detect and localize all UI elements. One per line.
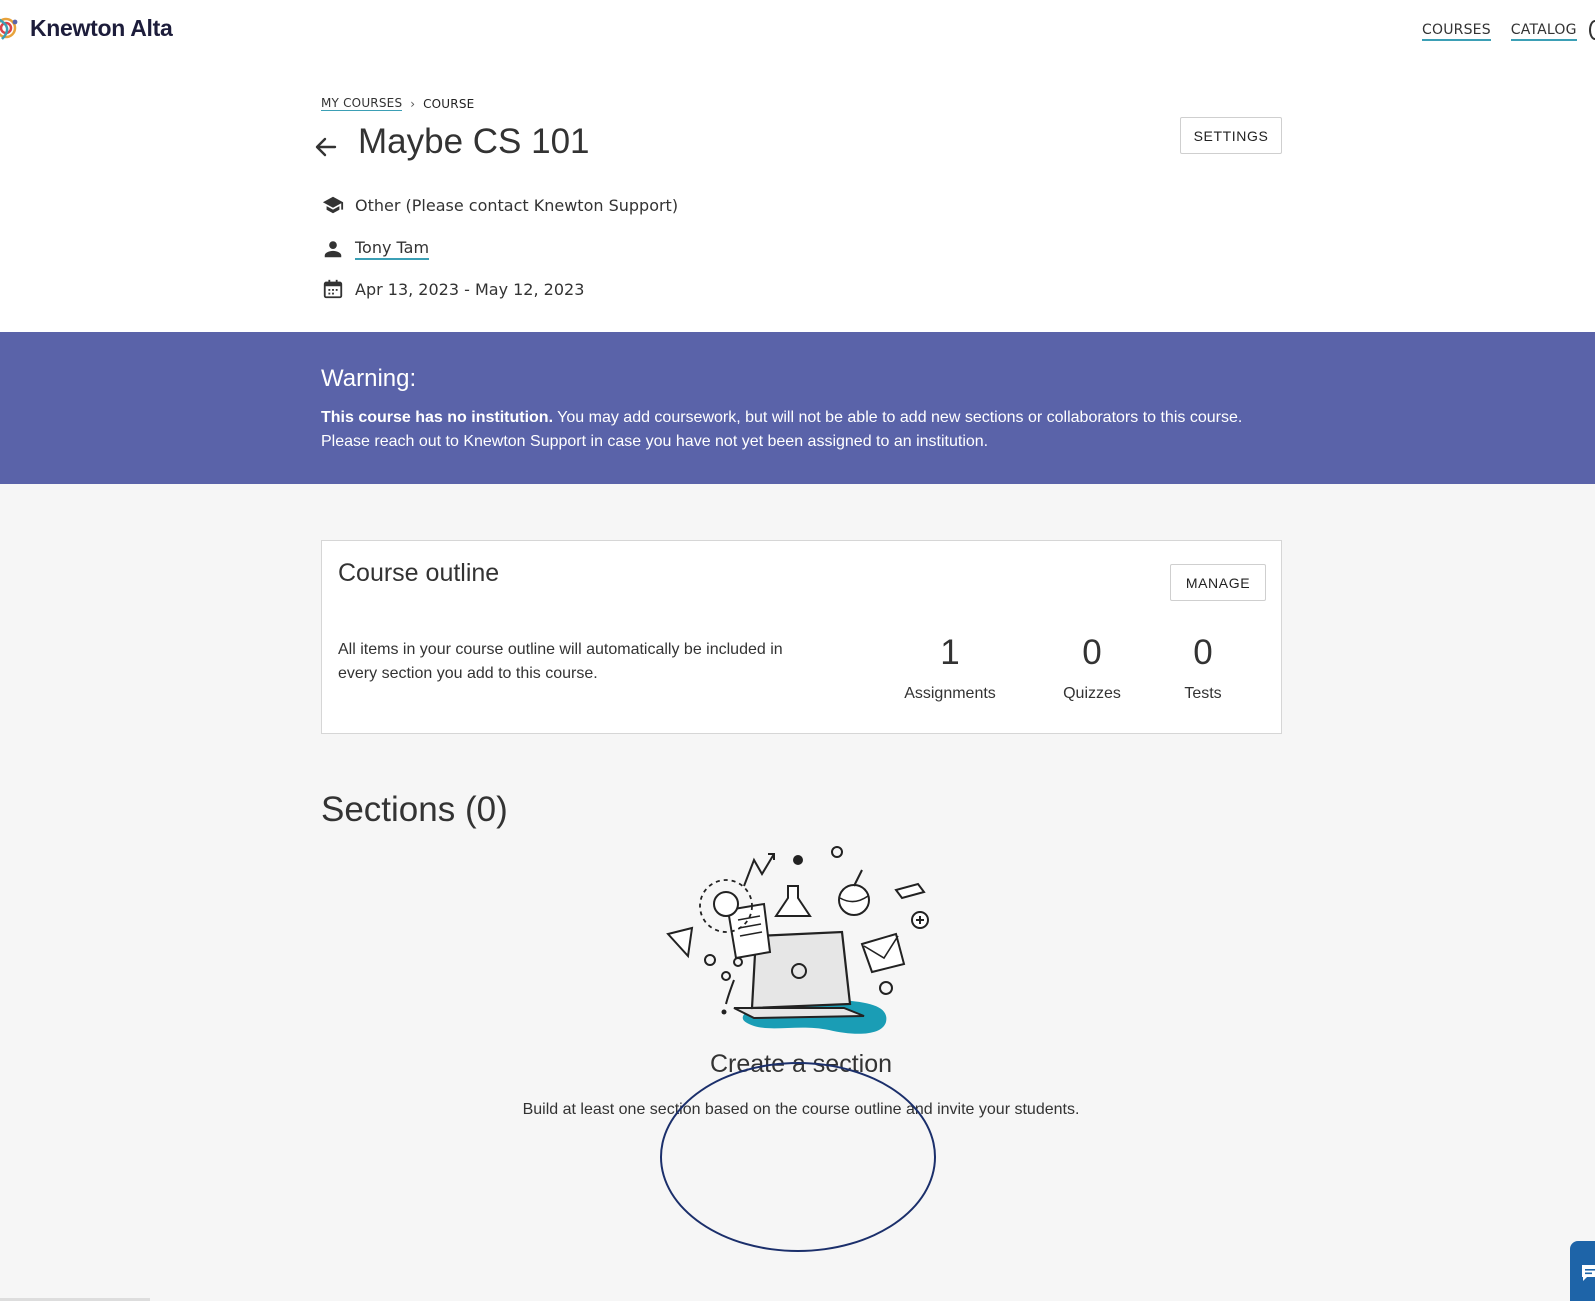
main-content: Course outline MANAGE All items in your …: [0, 484, 1595, 1301]
instructor-link[interactable]: Tony Tam: [355, 238, 430, 260]
stat-value: 0: [1082, 633, 1102, 672]
top-nav-bar: Knewton Alta COURSES CATALOG: [0, 0, 1595, 60]
warning-banner: Warning: This course has no institution.…: [0, 332, 1595, 484]
calendar-icon: [323, 279, 343, 299]
institution-row: Other (Please contact Knewton Support): [322, 194, 678, 216]
laptop-illustration-icon: [666, 846, 929, 1034]
user-menu-icon[interactable]: [1589, 20, 1595, 40]
nav-courses-link[interactable]: COURSES: [1422, 22, 1491, 41]
warning-title: Warning:: [321, 365, 417, 392]
settings-button[interactable]: SETTINGS: [1180, 117, 1282, 154]
graduation-cap-icon: [322, 196, 344, 214]
stat-label: Quizzes: [1063, 685, 1121, 702]
stat-label: Assignments: [904, 685, 996, 702]
instructor-row: Tony Tam: [322, 238, 430, 260]
person-icon: [324, 241, 342, 258]
app-name: Knewton Alta: [30, 14, 173, 41]
back-arrow-icon[interactable]: [313, 134, 339, 160]
main-nav: COURSES CATALOG: [1422, 22, 1577, 41]
stat-value: 0: [1193, 633, 1213, 672]
course-outline-title: Course outline: [338, 559, 500, 587]
course-header: MY COURSES › COURSE Maybe CS 101 SETTING…: [0, 60, 1595, 332]
stat-tests: 0 Tests: [1173, 633, 1233, 703]
warning-message: This course has no institution. You may …: [321, 406, 1301, 454]
course-outline-description: All items in your course outline will au…: [338, 641, 783, 682]
stat-label: Tests: [1184, 685, 1222, 702]
breadcrumb-current: COURSE: [423, 96, 475, 111]
stat-quizzes: 0 Quizzes: [1057, 633, 1127, 703]
warning-line-2: Please reach out to Knewton Support in c…: [321, 433, 989, 450]
chat-icon: [1582, 1265, 1595, 1281]
nav-catalog-link[interactable]: CATALOG: [1510, 22, 1577, 41]
sections-title: Sections (0): [321, 790, 508, 829]
knewton-logo-icon: [0, 17, 18, 40]
stat-value: 1: [940, 633, 960, 672]
breadcrumb: MY COURSES › COURSE: [321, 96, 474, 111]
dates-row: Apr 13, 2023 - May 12, 2023: [322, 278, 584, 300]
annotation-circle: [660, 1062, 936, 1252]
chat-button[interactable]: [1570, 1241, 1595, 1301]
breadcrumb-separator: ›: [410, 96, 416, 111]
app-logo[interactable]: Knewton Alta: [0, 12, 173, 44]
institution-text: Other (Please contact Knewton Support): [355, 195, 679, 215]
page-title: Maybe CS 101: [358, 122, 590, 161]
stat-assignments: 1 Assignments: [902, 633, 998, 703]
breadcrumb-my-courses[interactable]: MY COURSES: [321, 96, 403, 111]
warning-line-1: You may add coursework, but will not be …: [553, 409, 1243, 426]
course-dates: Apr 13, 2023 - May 12, 2023: [355, 279, 585, 299]
course-outline-card: Course outline MANAGE All items in your …: [321, 540, 1282, 734]
manage-button[interactable]: MANAGE: [1170, 564, 1266, 601]
warning-bold-text: This course has no institution.: [321, 409, 554, 426]
